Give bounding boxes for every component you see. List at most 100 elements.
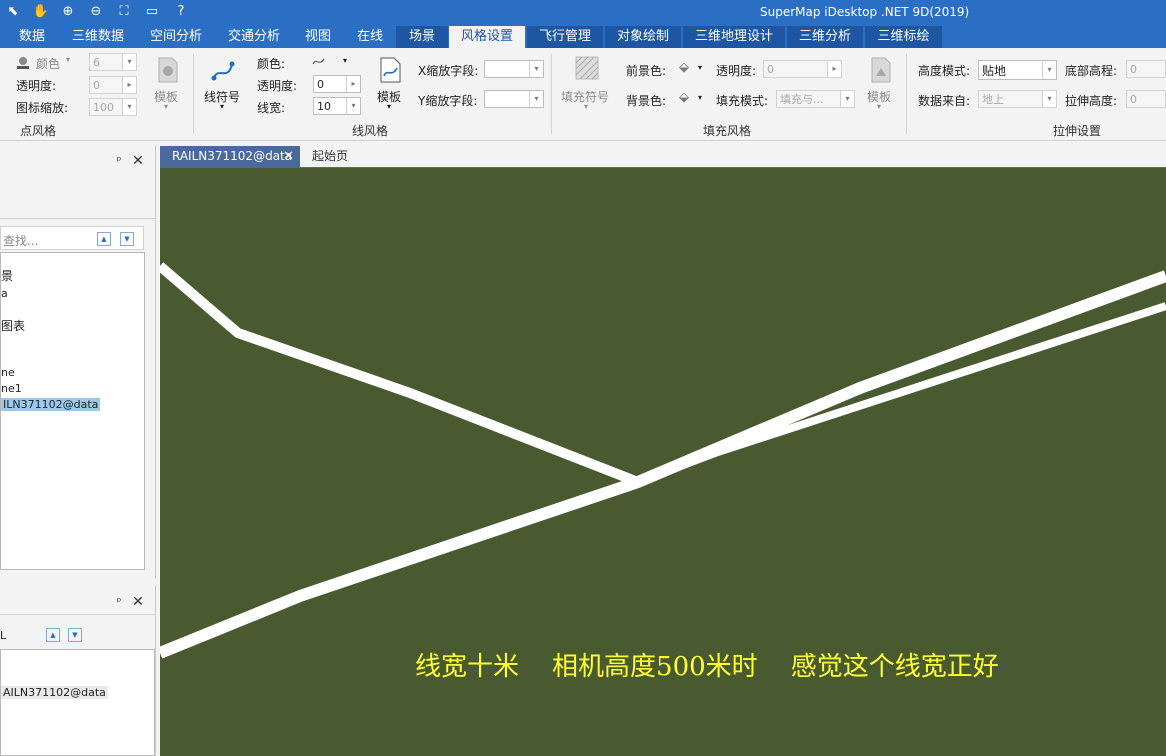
tree-item-selected[interactable]: ILN371102@data — [1, 398, 101, 411]
fill-symbol-icon[interactable] — [575, 56, 599, 80]
fill-template-dropdown-icon[interactable]: ▾ — [877, 102, 881, 111]
document-tab-bar: RAILN371102@data ✕ 起始页 — [160, 146, 1166, 168]
line-template-dropdown-icon[interactable]: ▾ — [387, 102, 391, 111]
zoom-in-icon[interactable]: ⊕ — [59, 3, 77, 21]
height-mode-value: 贴地 — [982, 64, 1007, 78]
fill-mode-value: 填充与... — [780, 93, 824, 106]
y-scale-dropdown-icon[interactable]: ▾ — [529, 91, 543, 107]
layer-search-next-icon[interactable]: ▼ — [68, 628, 82, 642]
menu-tab-flight-management[interactable]: 飞行管理 — [527, 26, 603, 48]
panel-divider — [0, 614, 155, 615]
fill-symbol-dropdown-icon[interactable]: ▾ — [584, 102, 588, 111]
menu-tab-3d-data[interactable]: 三维数据 — [62, 26, 134, 48]
fill-opacity-value: 0 — [767, 63, 774, 76]
x-scale-field-select[interactable]: ▾ — [484, 60, 544, 78]
icon-scale-dropdown-icon[interactable]: ▾ — [122, 99, 136, 115]
background-color-label: 背景色: — [626, 94, 667, 108]
menu-bar: 数据 三维数据 空间分析 交通分析 视图 在线 场景 风格设置 飞行管理 对象绘… — [0, 26, 1166, 48]
fill-mode-label: 填充模式: — [716, 94, 769, 108]
tree-item[interactable]: ne — [1, 366, 15, 379]
point-size-dropdown-icon[interactable]: ▾ — [122, 54, 136, 70]
line-template-icon[interactable] — [378, 56, 404, 84]
height-mode-select[interactable]: 贴地 ▾ — [978, 60, 1057, 80]
open-folder-icon[interactable]: ▭ — [143, 3, 161, 21]
ribbon: 颜色 ▾ 6 ▾ 透明度: 0 ▸ 图标缩放: 100 ▾ 模板 ▾ 点风格 线符号 … — [0, 48, 1166, 141]
data-source-dropdown-icon[interactable]: ▾ — [1042, 91, 1056, 107]
menu-tab-3d-analysis[interactable]: 三维分析 — [787, 26, 863, 48]
point-color-dropdown-icon[interactable]: ▾ — [66, 55, 70, 64]
rail-line — [160, 262, 640, 487]
search-box[interactable]: 查找... ▲ ▼ — [0, 226, 144, 250]
point-size-input[interactable]: 6 ▾ — [89, 53, 137, 71]
search-next-icon[interactable]: ▼ — [120, 232, 134, 246]
point-template-icon[interactable] — [156, 56, 180, 84]
menu-tab-3d-plotting[interactable]: 三维标绘 — [865, 26, 942, 48]
menu-tab-3d-geo-design[interactable]: 三维地理设计 — [683, 26, 785, 48]
bottom-elevation-input[interactable]: 0 — [1126, 60, 1166, 78]
pin-icon[interactable]: ᵖ — [112, 154, 126, 168]
point-opacity-input[interactable]: 0 ▸ — [89, 76, 137, 94]
y-scale-field-select[interactable]: ▾ — [484, 90, 544, 108]
height-mode-label: 高度模式: — [918, 64, 971, 78]
close-icon[interactable]: ✕ — [131, 595, 145, 609]
line-symbol-dropdown-icon[interactable]: ▾ — [220, 102, 224, 111]
layer-search-prev-icon[interactable]: ▲ — [46, 628, 60, 642]
fill-mode-select[interactable]: 填充与... ▾ — [776, 90, 855, 108]
help-icon[interactable]: ? — [172, 3, 190, 21]
menu-tab-traffic-analysis[interactable]: 交通分析 — [218, 26, 290, 48]
close-icon[interactable]: ✕ — [131, 154, 145, 168]
menu-tab-scene[interactable]: 场景 — [396, 26, 448, 48]
doc-tab-active[interactable]: RAILN371102@data ✕ — [160, 146, 300, 167]
menu-tab-spatial-analysis[interactable]: 空间分析 — [140, 26, 212, 48]
scene-caption: 线宽十米 相机高度500米时 感觉这个线宽正好 — [415, 652, 999, 682]
menu-tab-view[interactable]: 视图 — [297, 26, 339, 48]
workspace-panel: ᵖ ✕ 查找... ▲ ▼ 景 a 图表 ne ne1 ILN371102@da… — [0, 146, 156, 578]
pan-hand-icon[interactable]: ✋ — [32, 3, 50, 21]
line-width-dropdown-icon[interactable]: ▾ — [346, 98, 360, 114]
fill-opacity-input[interactable]: 0 ▸ — [763, 60, 842, 78]
menu-tab-style-settings[interactable]: 风格设置 — [449, 26, 525, 48]
line-color-dropdown-icon[interactable]: ▾ — [343, 56, 347, 65]
scene-view[interactable]: 线宽十米 相机高度500米时 感觉这个线宽正好 — [160, 168, 1166, 756]
line-width-input[interactable]: 10 ▾ — [313, 97, 361, 115]
layer-item[interactable]: AILN371102@data — [1, 686, 108, 699]
fill-template-icon[interactable] — [869, 56, 893, 84]
point-color-button[interactable]: 颜色 — [36, 55, 60, 72]
doc-tab-label: RAILN371102@data — [172, 149, 293, 163]
tree-item[interactable]: 景 — [1, 267, 13, 284]
extrude-height-input[interactable]: 0 — [1126, 90, 1166, 108]
icon-scale-input[interactable]: 100 ▾ — [89, 98, 137, 116]
foreground-color-bucket-icon[interactable]: ⬙ — [679, 60, 689, 75]
search-prev-icon[interactable]: ▲ — [97, 232, 111, 246]
point-color-icon — [16, 56, 30, 70]
line-opacity-spin-icon[interactable]: ▸ — [346, 76, 360, 92]
pin-icon[interactable]: ᵖ — [112, 595, 126, 609]
pointer-select-icon[interactable]: ⬉ — [4, 3, 22, 21]
menu-tab-online[interactable]: 在线 — [348, 26, 392, 48]
tree-item[interactable]: 图表 — [1, 317, 25, 334]
rail-line — [160, 270, 1166, 659]
tree-item[interactable]: ne1 — [1, 382, 22, 395]
x-scale-dropdown-icon[interactable]: ▾ — [529, 61, 543, 77]
menu-tab-object-drawing[interactable]: 对象绘制 — [605, 26, 681, 48]
menu-tab-data[interactable]: 数据 — [8, 26, 56, 48]
background-color-dropdown-icon[interactable]: ▾ — [698, 93, 702, 102]
fill-mode-dropdown-icon[interactable]: ▾ — [840, 91, 854, 107]
doc-tab-start-page[interactable]: 起始页 — [312, 146, 362, 167]
close-tab-icon[interactable]: ✕ — [283, 146, 294, 167]
fill-opacity-spin-icon[interactable]: ▸ — [827, 61, 841, 77]
point-template-dropdown-icon[interactable]: ▾ — [164, 102, 168, 111]
point-opacity-spin-icon[interactable]: ▸ — [122, 77, 136, 93]
line-symbol-icon[interactable] — [210, 56, 238, 84]
tree-item[interactable]: a — [1, 287, 8, 300]
line-color-picker-icon[interactable] — [312, 55, 326, 67]
background-color-bucket-icon[interactable]: ⬙ — [679, 90, 689, 105]
foreground-color-dropdown-icon[interactable]: ▾ — [698, 63, 702, 72]
data-source-select[interactable]: 地上 ▾ — [978, 90, 1057, 108]
height-mode-dropdown-icon[interactable]: ▾ — [1042, 61, 1056, 79]
full-extent-icon[interactable]: ⛶ — [115, 3, 133, 21]
zoom-out-icon[interactable]: ⊖ — [87, 3, 105, 21]
line-opacity-input[interactable]: 0 ▸ — [313, 75, 361, 93]
point-style-group-label: 点风格 — [20, 124, 57, 138]
line-opacity-value: 0 — [317, 78, 324, 91]
